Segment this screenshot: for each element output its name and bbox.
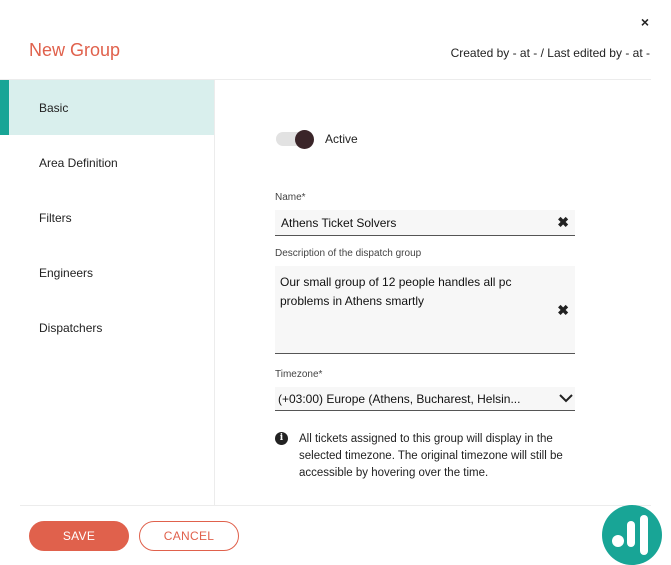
brand-logo-icon <box>612 515 648 555</box>
sidebar-item-dispatchers[interactable]: Dispatchers <box>0 300 214 355</box>
description-label: Description of the dispatch group <box>275 248 422 259</box>
sidebar-item-basic[interactable]: Basic <box>0 80 214 135</box>
name-label: Name* <box>275 192 306 203</box>
sidebar-item-label: Filters <box>39 210 72 225</box>
cancel-button[interactable]: CANCEL <box>139 521 239 551</box>
timezone-select[interactable]: (+03:00) Europe (Athens, Bucharest, Hels… <box>275 387 575 411</box>
footer-divider <box>20 505 651 506</box>
save-button[interactable]: SAVE <box>29 521 129 551</box>
sidebar-item-engineers[interactable]: Engineers <box>0 245 214 300</box>
app-launcher-button[interactable] <box>602 505 662 565</box>
timezone-value: (+03:00) Europe (Athens, Bucharest, Hels… <box>278 392 521 406</box>
description-value: Our small group of 12 people handles all… <box>280 275 512 308</box>
sidebar-item-label: Area Definition <box>39 155 118 170</box>
name-field[interactable]: Athens Ticket Solvers ✖ <box>275 210 575 236</box>
sidebar-item-filters[interactable]: Filters <box>0 190 214 245</box>
timezone-info-text: All tickets assigned to this group will … <box>299 433 563 479</box>
active-toggle[interactable] <box>276 130 314 149</box>
info-icon: i <box>275 432 288 445</box>
sidebar: Basic Area Definition Filters Engineers … <box>0 80 214 505</box>
timezone-label: Timezone* <box>275 369 323 380</box>
sidebar-item-label: Dispatchers <box>39 320 103 335</box>
close-icon[interactable]: × <box>641 12 649 32</box>
sidebar-item-area-definition[interactable]: Area Definition <box>0 135 214 190</box>
chevron-down-icon[interactable] <box>559 393 573 403</box>
clear-name-icon[interactable]: ✖ <box>557 214 569 231</box>
name-value: Athens Ticket Solvers <box>281 216 397 230</box>
sidebar-divider <box>214 80 215 505</box>
toggle-knob <box>295 130 314 149</box>
created-edited-meta: Created by - at - / Last edited by - at … <box>450 46 650 60</box>
sidebar-item-label: Engineers <box>39 265 94 280</box>
clear-description-icon[interactable]: ✖ <box>557 302 569 319</box>
page-title: New Group <box>29 40 121 60</box>
sidebar-item-label: Basic <box>39 100 69 115</box>
description-field[interactable]: Our small group of 12 people handles all… <box>275 266 575 354</box>
active-toggle-label: Active <box>325 132 358 146</box>
